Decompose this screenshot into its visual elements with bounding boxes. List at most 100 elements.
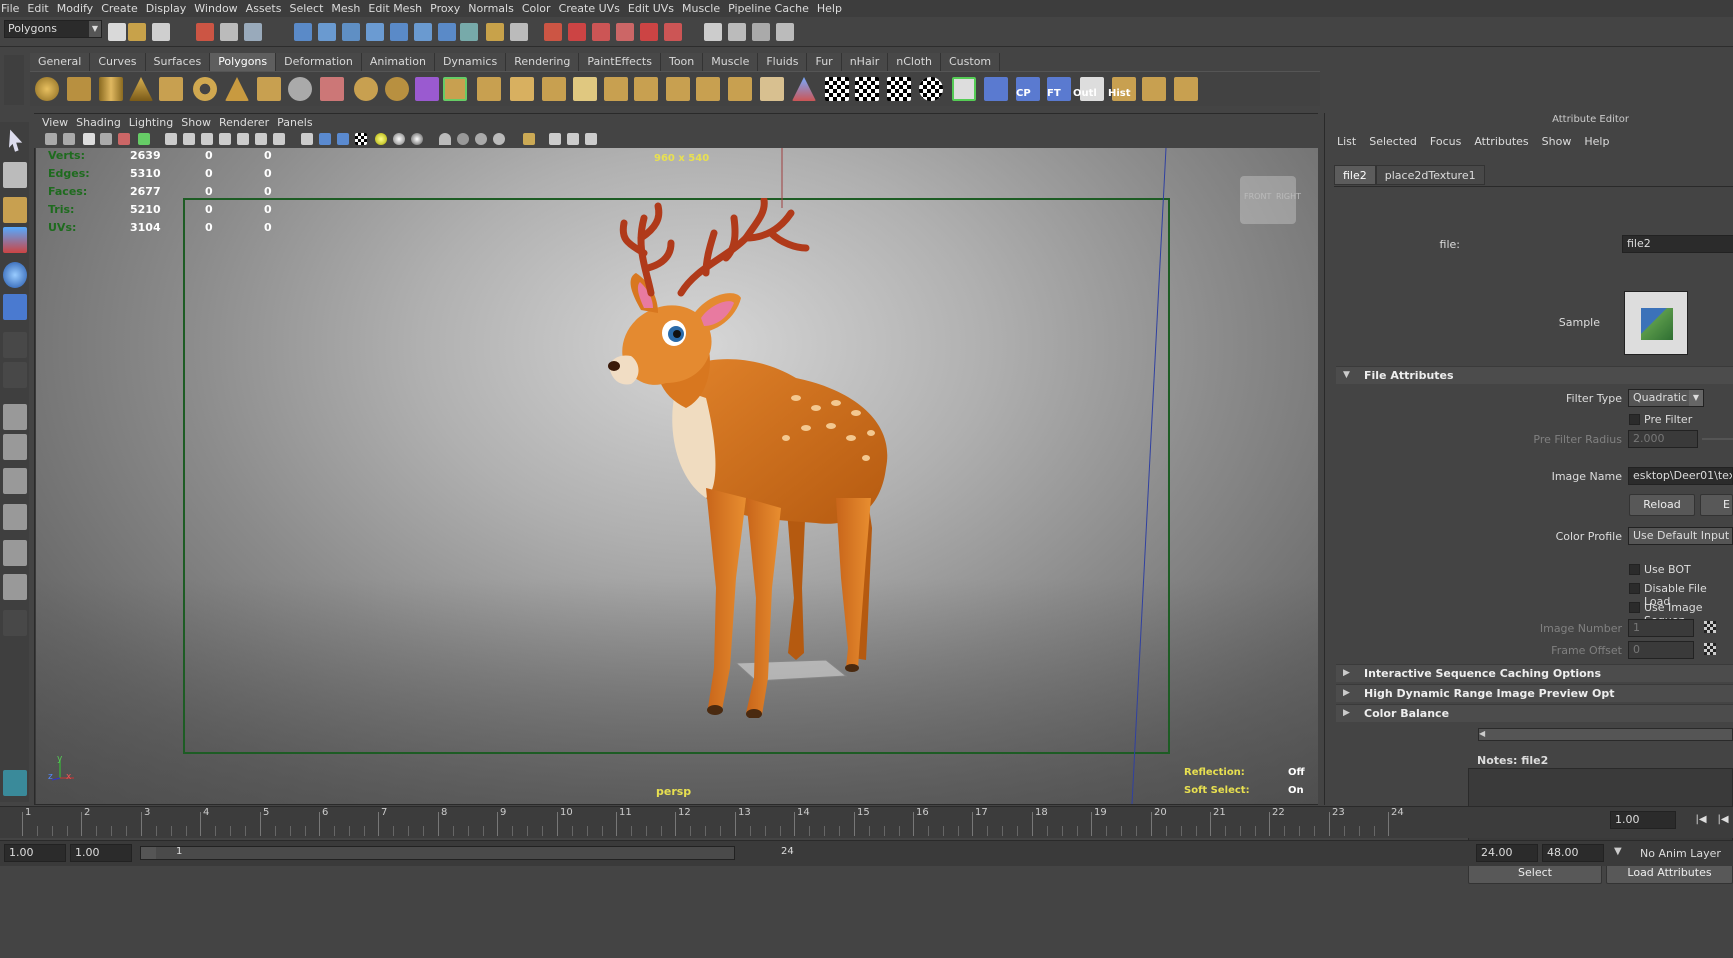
ae-menu-selected[interactable]: Selected (1369, 135, 1417, 151)
grease-pencil-icon[interactable] (138, 133, 150, 145)
single-perspective-layout-icon[interactable] (3, 404, 27, 430)
tab-deformation[interactable]: Deformation (276, 53, 362, 71)
layout-more-icon[interactable] (3, 610, 27, 636)
step-back-key-icon[interactable]: |◀ (1714, 811, 1732, 829)
frame-all-icon[interactable] (549, 133, 561, 145)
image-number-field[interactable]: 1 (1628, 619, 1694, 637)
isolate-select-icon[interactable] (523, 133, 535, 145)
snap-point-icon[interactable] (592, 23, 610, 41)
panel-menu-renderer[interactable]: Renderer (219, 116, 269, 129)
panel-menu-panels[interactable]: Panels (277, 116, 312, 129)
tab-dynamics[interactable]: Dynamics (434, 53, 507, 71)
poly-cube-icon[interactable] (67, 77, 91, 101)
select-handle-icon[interactable] (294, 23, 312, 41)
filter-type-select[interactable]: Quadratic ▼ (1628, 389, 1704, 407)
playback-end-field[interactable]: 24.00 (1476, 844, 1538, 862)
paint-select-tool-icon[interactable] (3, 197, 27, 223)
make-live-icon[interactable] (664, 23, 682, 41)
menu-normals[interactable]: Normals (468, 2, 522, 15)
snap-curve-icon[interactable] (568, 23, 586, 41)
cp-icon[interactable] (984, 77, 1008, 101)
split-polygon-icon[interactable] (573, 77, 597, 101)
tab-surfaces[interactable]: Surfaces (145, 53, 211, 71)
shelf-menu-handle[interactable] (4, 55, 24, 105)
snap-plane-icon[interactable] (616, 23, 634, 41)
menu-help[interactable]: Help (817, 2, 850, 15)
insert-edge-loop-icon[interactable] (604, 77, 628, 101)
pre-filter-radius-slider[interactable] (1702, 438, 1733, 440)
tab-muscle[interactable]: Muscle (703, 53, 759, 71)
render-settings-icon[interactable] (776, 23, 794, 41)
wireframe-icon[interactable] (301, 133, 313, 145)
tab-rendering[interactable]: Rendering (506, 53, 580, 71)
manipulator-tool-icon[interactable] (3, 332, 27, 358)
custom-tool-3-icon[interactable] (1174, 77, 1198, 101)
menu-color[interactable]: Color (522, 2, 559, 15)
four-view-layout-icon[interactable] (3, 434, 27, 460)
anim-layer-label[interactable]: No Anim Layer (1640, 847, 1721, 860)
offset-edge-loop-icon[interactable] (634, 77, 658, 101)
poly-torus-icon[interactable] (193, 77, 217, 101)
menu-proxy[interactable]: Proxy (430, 2, 468, 15)
extract-icon[interactable] (415, 77, 439, 101)
ae-menu-help[interactable]: Help (1584, 135, 1609, 151)
tab-general[interactable]: General (30, 53, 91, 71)
render-view-icon[interactable] (704, 23, 722, 41)
image-plane-icon[interactable] (100, 133, 112, 145)
animation-start-field[interactable]: 1.00 (4, 844, 66, 862)
resolution-gate-icon[interactable] (201, 133, 213, 145)
field-chart-icon[interactable] (237, 133, 249, 145)
default-light-icon[interactable] (393, 133, 405, 145)
shadows-icon[interactable] (411, 133, 423, 145)
menu-muscle[interactable]: Muscle (682, 2, 728, 15)
poly-cylinder-icon[interactable] (99, 77, 123, 101)
select-rendering-icon[interactable] (438, 23, 456, 41)
menu-edit-uvs[interactable]: Edit UVs (628, 2, 682, 15)
film-gate-icon[interactable] (183, 133, 195, 145)
panel-menu-shading[interactable]: Shading (76, 116, 121, 129)
wireframe-on-shaded-icon[interactable] (337, 133, 349, 145)
select-tool-icon[interactable] (9, 129, 23, 152)
menu-modify[interactable]: Modify (57, 2, 101, 15)
menu-display[interactable]: Display (146, 2, 195, 15)
tab-nhair[interactable]: nHair (841, 53, 889, 71)
panel-menu-view[interactable]: View (42, 116, 68, 129)
tab-toon[interactable]: Toon (660, 53, 704, 71)
menu-select[interactable]: Select (289, 2, 331, 15)
use-all-lights-icon[interactable] (375, 133, 387, 145)
go-to-start-icon[interactable]: |◀ (1692, 811, 1710, 829)
use-image-sequence-checkbox[interactable] (1629, 602, 1640, 613)
poly-cone-icon[interactable] (129, 77, 153, 101)
lock-selection-icon[interactable] (486, 23, 504, 41)
select-object-icon[interactable] (220, 23, 238, 41)
menu-edit[interactable]: Edit (27, 2, 56, 15)
edit-button[interactable]: E (1700, 494, 1733, 516)
poly-plane-icon[interactable] (159, 77, 183, 101)
menu-create-uvs[interactable]: Create UVs (559, 2, 628, 15)
merge-icon[interactable] (666, 77, 690, 101)
lasso-tool-icon[interactable] (3, 162, 27, 188)
menu-window[interactable]: Window (194, 2, 245, 15)
select-joint-icon[interactable] (318, 23, 336, 41)
tab-ncloth[interactable]: nCloth (888, 53, 941, 71)
current-time-field[interactable]: 1.00 (1610, 811, 1676, 829)
cylindrical-mapping-icon[interactable] (792, 77, 816, 101)
menu-file[interactable]: File (1, 2, 27, 15)
scale-tool-icon[interactable] (3, 294, 27, 320)
collapse-icon[interactable] (696, 77, 720, 101)
tab-custom[interactable]: Custom (941, 53, 1001, 71)
boolean-icon[interactable] (443, 77, 467, 101)
range-slider-handle[interactable] (156, 847, 734, 859)
menu-create[interactable]: Create (101, 2, 146, 15)
menu-edit-mesh[interactable]: Edit Mesh (368, 2, 430, 15)
bridge-icon[interactable] (510, 77, 534, 101)
planar-mapping-icon[interactable] (760, 77, 784, 101)
tab-place2dtexture1[interactable]: place2dTexture1 (1375, 165, 1485, 185)
safe-title-icon[interactable] (273, 133, 285, 145)
select-component-icon[interactable] (244, 23, 262, 41)
reload-button[interactable]: Reload (1629, 494, 1695, 516)
xray-joints-icon[interactable] (457, 133, 469, 145)
panel-menu-show[interactable]: Show (181, 116, 211, 129)
share-icon[interactable] (585, 133, 597, 145)
tab-curves[interactable]: Curves (90, 53, 146, 71)
